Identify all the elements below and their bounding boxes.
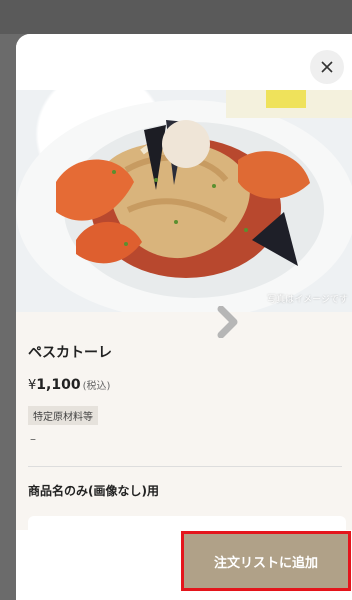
close-icon <box>321 61 333 73</box>
product-name: ペスカトーレ <box>28 345 112 361</box>
price: ¥1,100 (税込) <box>28 374 110 393</box>
tax-note: (税込) <box>82 381 111 392</box>
allergen-badge: 特定原材料等 <box>28 406 98 425</box>
product-modal: 写真はイメージです ペスカトーレ ¥1,100 (税込) 特定原材料等 – 商品名… <box>16 34 352 600</box>
allergen-value: – <box>30 432 36 446</box>
backdrop-bar <box>0 0 352 34</box>
divider <box>28 466 342 467</box>
chevron-right-icon[interactable] <box>216 306 240 338</box>
options-section-title: 商品名のみ(画像なし)用 <box>28 484 159 498</box>
modal-header <box>16 34 352 90</box>
product-image: 写真はイメージです <box>16 90 352 312</box>
add-to-order-button[interactable]: 注文リストに追加 <box>181 531 351 591</box>
image-caption: 写真はイメージです <box>267 295 348 305</box>
close-button[interactable] <box>310 50 344 84</box>
price-value: 1,100 <box>36 377 81 393</box>
